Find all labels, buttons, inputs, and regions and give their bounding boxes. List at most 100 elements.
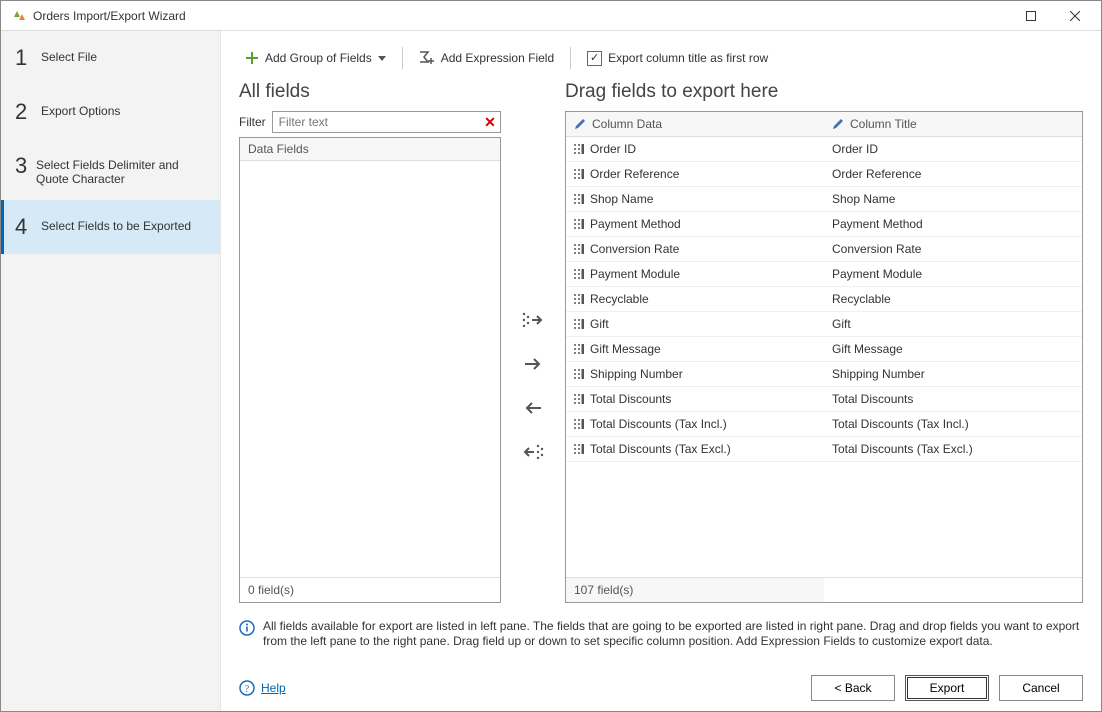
- all-fields-pane: All fields Filter ✕ Data Fields 0 field(…: [239, 81, 501, 603]
- all-fields-title: All fields: [239, 81, 501, 103]
- column-data-cell[interactable]: Shop Name: [566, 187, 824, 211]
- drag-handle-icon[interactable]: [574, 444, 584, 454]
- column-title-cell[interactable]: Gift: [824, 312, 1082, 336]
- column-data-cell[interactable]: Gift: [566, 312, 824, 336]
- main-panel: Add Group of Fields Add Expression Field…: [221, 31, 1101, 711]
- column-data-cell[interactable]: Payment Method: [566, 212, 824, 236]
- column-title-cell[interactable]: Total Discounts: [824, 387, 1082, 411]
- grid-row[interactable]: Order IDOrder ID: [566, 137, 1082, 162]
- drag-handle-icon[interactable]: [574, 419, 584, 429]
- grid-row[interactable]: Gift Message Gift Message: [566, 337, 1082, 362]
- grid-row[interactable]: Shipping NumberShipping Number: [566, 362, 1082, 387]
- column-title-cell[interactable]: Shop Name: [824, 187, 1082, 211]
- column-title-cell[interactable]: Total Discounts (Tax Excl.): [824, 437, 1082, 461]
- drag-handle-icon[interactable]: [574, 194, 584, 204]
- wizard-step-3[interactable]: 3 Select Fields Delimiter and Quote Char…: [1, 139, 220, 200]
- drag-handle-icon[interactable]: [574, 294, 584, 304]
- export-fields-grid[interactable]: Column Data Column Title Order IDOrder I…: [565, 111, 1083, 603]
- help-label: Help: [261, 681, 286, 695]
- column-data-cell[interactable]: Order Reference: [566, 162, 824, 186]
- column-data-cell[interactable]: Recyclable: [566, 287, 824, 311]
- column-title-cell[interactable]: Conversion Rate: [824, 237, 1082, 261]
- column-data-cell[interactable]: Order ID: [566, 137, 824, 161]
- move-left-button[interactable]: [521, 396, 545, 420]
- column-title-cell[interactable]: Order ID: [824, 137, 1082, 161]
- title-bar: Orders Import/Export Wizard: [1, 1, 1101, 31]
- add-expression-label: Add Expression Field: [441, 51, 554, 65]
- wizard-step-4[interactable]: 4 Select Fields to be Exported: [1, 200, 220, 254]
- grid-row[interactable]: Shop Name Shop Name: [566, 187, 1082, 212]
- buttons-row: ? Help < Back Export Cancel: [239, 675, 1083, 701]
- column-data-cell[interactable]: Conversion Rate: [566, 237, 824, 261]
- svg-text:?: ?: [245, 684, 250, 695]
- transfer-buttons: [513, 81, 553, 603]
- filter-clear-button[interactable]: ✕: [480, 114, 500, 131]
- window-close-button[interactable]: [1053, 1, 1097, 31]
- grid-row[interactable]: Total Discounts (Tax Incl.)Total Discoun…: [566, 412, 1082, 437]
- grid-row[interactable]: Payment MethodPayment Method: [566, 212, 1082, 237]
- column-data-cell[interactable]: Total Discounts (Tax Excl.): [566, 437, 824, 461]
- column-title-cell[interactable]: Recyclable: [824, 287, 1082, 311]
- drag-handle-icon[interactable]: [574, 319, 584, 329]
- grid-row[interactable]: Total Discounts (Tax Excl.) Total Discoun…: [566, 437, 1082, 462]
- export-fields-title: Drag fields to export here: [565, 81, 1083, 103]
- column-title-header[interactable]: Column Title: [824, 112, 1082, 136]
- grid-row[interactable]: Conversion Rate Conversion Rate: [566, 237, 1082, 262]
- wizard-step-2[interactable]: 2 Export Options: [1, 85, 220, 139]
- move-all-right-button[interactable]: [521, 308, 545, 332]
- column-title-cell[interactable]: Order Reference: [824, 162, 1082, 186]
- column-data-text: Order Reference: [590, 167, 679, 181]
- column-data-cell[interactable]: Total Discounts: [566, 387, 824, 411]
- drag-handle-icon[interactable]: [574, 169, 584, 179]
- all-fields-list[interactable]: Data Fields 0 field(s): [239, 137, 501, 603]
- column-data-text: Gift: [590, 317, 609, 331]
- column-title-cell[interactable]: Payment Module: [824, 262, 1082, 286]
- export-button[interactable]: Export: [905, 675, 989, 701]
- step-label: Select Fields Delimiter and Quote Charac…: [36, 153, 206, 186]
- grid-row[interactable]: Order Reference Order Reference: [566, 162, 1082, 187]
- column-title-cell[interactable]: Total Discounts (Tax Incl.): [824, 412, 1082, 436]
- cancel-button[interactable]: Cancel: [999, 675, 1083, 701]
- add-expression-field-button[interactable]: Add Expression Field: [413, 47, 560, 69]
- column-data-cell[interactable]: Shipping Number: [566, 362, 824, 386]
- column-data-cell[interactable]: Total Discounts (Tax Incl.): [566, 412, 824, 436]
- drag-handle-icon[interactable]: [574, 244, 584, 254]
- checkbox-icon: ✓: [587, 51, 602, 66]
- grid-row[interactable]: Total Discounts Total Discounts: [566, 387, 1082, 412]
- column-title-text: Shop Name: [832, 192, 895, 206]
- drag-handle-icon[interactable]: [574, 369, 584, 379]
- drag-handle-icon[interactable]: [574, 219, 584, 229]
- add-group-of-fields-button[interactable]: Add Group of Fields: [239, 47, 392, 69]
- column-title-text: Gift Message: [832, 342, 903, 356]
- column-data-text: Total Discounts (Tax Excl.): [590, 442, 731, 456]
- export-first-row-checkbox[interactable]: ✓ Export column title as first row: [581, 47, 774, 70]
- column-title-cell[interactable]: Gift Message: [824, 337, 1082, 361]
- drag-handle-icon[interactable]: [574, 144, 584, 154]
- column-data-cell[interactable]: Payment Module: [566, 262, 824, 286]
- column-title-text: Conversion Rate: [832, 242, 921, 256]
- window-maximize-button[interactable]: [1009, 1, 1053, 31]
- column-data-text: Recyclable: [590, 292, 649, 306]
- add-group-label: Add Group of Fields: [265, 51, 372, 65]
- drag-handle-icon[interactable]: [574, 269, 584, 279]
- filter-input[interactable]: [273, 113, 480, 131]
- help-link[interactable]: ? Help: [239, 680, 286, 696]
- move-right-button[interactable]: [521, 352, 545, 376]
- grid-row[interactable]: Gift Gift: [566, 312, 1082, 337]
- column-title-text: Gift: [832, 317, 851, 331]
- column-data-header[interactable]: Column Data: [566, 112, 824, 136]
- column-title-cell[interactable]: Shipping Number: [824, 362, 1082, 386]
- wizard-step-1[interactable]: 1 Select File: [1, 31, 220, 85]
- drag-handle-icon[interactable]: [574, 394, 584, 404]
- dropdown-caret-icon: [378, 56, 386, 61]
- grid-row[interactable]: Payment ModulePayment Module: [566, 262, 1082, 287]
- column-title-cell[interactable]: Payment Method: [824, 212, 1082, 236]
- column-title-text: Total Discounts: [832, 392, 913, 406]
- back-button[interactable]: < Back: [811, 675, 895, 701]
- info-text: All fields available for export are list…: [263, 619, 1083, 649]
- column-data-cell[interactable]: Gift Message: [566, 337, 824, 361]
- toolbar: Add Group of Fields Add Expression Field…: [239, 41, 1083, 75]
- move-all-left-button[interactable]: [521, 440, 545, 464]
- grid-row[interactable]: Recyclable Recyclable: [566, 287, 1082, 312]
- drag-handle-icon[interactable]: [574, 344, 584, 354]
